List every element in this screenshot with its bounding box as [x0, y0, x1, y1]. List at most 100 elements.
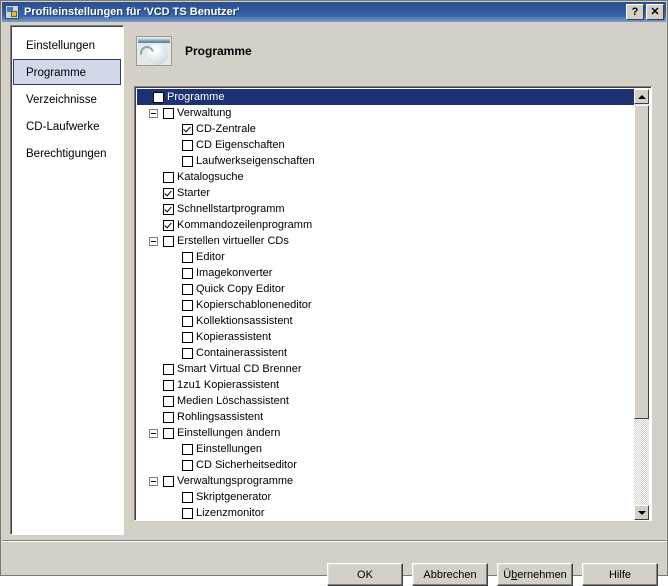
apply-button[interactable]: Übernehmen: [497, 563, 573, 586]
tree-row[interactable]: Verwaltungsprogramme: [137, 473, 634, 489]
tree-row-checkbox[interactable]: [182, 140, 193, 151]
tree-row[interactable]: Laufwerkseigenschaften: [137, 153, 634, 169]
tree-row-checkbox[interactable]: [163, 204, 174, 215]
tree-row-label: Medien Löschassistent: [177, 395, 289, 407]
sidebar-item-programme[interactable]: Programme: [13, 59, 121, 85]
scroll-down-button[interactable]: [634, 505, 649, 520]
tree-row-checkbox[interactable]: [182, 300, 193, 311]
chevron-up-icon: [638, 95, 646, 99]
tree-row[interactable]: Imagekonverter: [137, 265, 634, 281]
tree-row[interactable]: CD Sicherheitseditor: [137, 457, 634, 473]
collapse-toggle-icon[interactable]: [149, 237, 158, 246]
tree-row-checkbox[interactable]: [163, 172, 174, 183]
tree-row-checkbox[interactable]: [182, 124, 193, 135]
virtual-cd-program-icon: [136, 36, 172, 66]
tree-row-checkbox[interactable]: [182, 316, 193, 327]
collapse-toggle-icon[interactable]: [149, 109, 158, 118]
sidebar-item-cd-laufwerke[interactable]: CD-Laufwerke: [13, 113, 121, 139]
tree-row-checkbox[interactable]: [163, 188, 174, 199]
tree-indent-spacer: [168, 125, 177, 134]
tree-row[interactable]: 1zu1 Kopierassistent: [137, 377, 634, 393]
tree-row[interactable]: Verwaltung: [137, 105, 634, 121]
ok-button[interactable]: OK: [327, 563, 403, 586]
collapse-toggle-icon[interactable]: [149, 477, 158, 486]
tree-row[interactable]: Medien Löschassistent: [137, 393, 634, 409]
tree-vertical-scrollbar[interactable]: [634, 89, 649, 520]
tree-indent-spacer: [168, 253, 177, 262]
tree-row-checkbox[interactable]: [163, 236, 174, 247]
tree-row-checkbox[interactable]: [182, 252, 193, 263]
tree-row-label: Smart Virtual CD Brenner: [177, 363, 302, 375]
help-caption-button[interactable]: ?: [626, 4, 644, 20]
tree-row-label: Laufwerkseigenschaften: [196, 155, 315, 167]
tree-row-checkbox[interactable]: [182, 460, 193, 471]
tree-row-checkbox[interactable]: [163, 380, 174, 391]
tree-row[interactable]: Rohlingsassistent: [137, 409, 634, 425]
tree-row-label: Kommandozeilenprogramm: [177, 219, 312, 231]
tree-row[interactable]: Quick Copy Editor: [137, 281, 634, 297]
tree-row[interactable]: Programme: [137, 89, 634, 105]
tree-row[interactable]: Kopierschabloneneditor: [137, 297, 634, 313]
tree-row[interactable]: Starter: [137, 185, 634, 201]
tree-row[interactable]: Kollektionsassistent: [137, 313, 634, 329]
sidebar-item-verzeichnisse[interactable]: Verzeichnisse: [13, 86, 121, 112]
tree-row-label: Lizenzmonitor: [196, 507, 264, 519]
tree-row-checkbox[interactable]: [153, 92, 164, 103]
tree-row[interactable]: Editor: [137, 249, 634, 265]
tree-row-checkbox[interactable]: [182, 508, 193, 519]
tree-row-label: Kopierschabloneneditor: [196, 299, 312, 311]
tree-row[interactable]: Erstellen virtueller CDs: [137, 233, 634, 249]
tree-row-checkbox[interactable]: [182, 492, 193, 503]
tree-row-label: Skriptgenerator: [196, 491, 271, 503]
scrollbar-track[interactable]: [634, 104, 649, 505]
tree-row-checkbox[interactable]: [182, 284, 193, 295]
tree-row[interactable]: Katalogsuche: [137, 169, 634, 185]
tree-row[interactable]: Einstellungen ändern: [137, 425, 634, 441]
tree-row[interactable]: Containerassistent: [137, 345, 634, 361]
tree-row-checkbox[interactable]: [163, 476, 174, 487]
scrollbar-thumb[interactable]: [634, 105, 649, 419]
tree-row-checkbox[interactable]: [182, 156, 193, 167]
tree-row-label: Erstellen virtueller CDs: [177, 235, 289, 247]
tree-row-label: Rohlingsassistent: [177, 411, 263, 423]
close-caption-button[interactable]: ✕: [646, 4, 664, 20]
sidebar-item-berechtigungen[interactable]: Berechtigungen: [13, 140, 121, 166]
tree-row-checkbox[interactable]: [163, 220, 174, 231]
tree-row-checkbox[interactable]: [182, 348, 193, 359]
help-button[interactable]: Hilfe: [582, 563, 658, 586]
tree-row-checkbox[interactable]: [163, 412, 174, 423]
programs-tree-rows: Programme VerwaltungCD-ZentraleCD Eigensc…: [137, 89, 634, 520]
tree-row[interactable]: CD Eigenschaften: [137, 137, 634, 153]
sidebar-item-einstellungen[interactable]: Einstellungen: [13, 32, 121, 58]
tree-row-checkbox[interactable]: [182, 268, 193, 279]
tree-row[interactable]: Kommandozeilenprogramm: [137, 217, 634, 233]
tree-indent-spacer: [168, 157, 177, 166]
tree-row-label: Starter: [177, 187, 210, 199]
tree-row-checkbox[interactable]: [163, 396, 174, 407]
tree-row-checkbox[interactable]: [163, 108, 174, 119]
tree-row-checkbox[interactable]: [163, 428, 174, 439]
tree-row[interactable]: Smart Virtual CD Brenner: [137, 361, 634, 377]
tree-row[interactable]: Einstellungen: [137, 441, 634, 457]
tree-indent-spacer: [168, 301, 177, 310]
tree-row[interactable]: Kopierassistent: [137, 329, 634, 345]
tree-row-checkbox[interactable]: [163, 364, 174, 375]
tree-indent-spacer: [149, 381, 158, 390]
tree-row-label: 1zu1 Kopierassistent: [177, 379, 279, 391]
tree-row-label: Programme: [167, 91, 224, 103]
tree-indent-spacer: [149, 173, 158, 182]
collapse-toggle-icon[interactable]: [149, 429, 158, 438]
tree-row[interactable]: Schnellstartprogramm: [137, 201, 634, 217]
tree-row-label: Containerassistent: [196, 347, 287, 359]
tree-row[interactable]: Skriptgenerator: [137, 489, 634, 505]
cancel-button[interactable]: Abbrechen: [412, 563, 488, 586]
tree-row-checkbox[interactable]: [182, 332, 193, 343]
tree-row-label: Einstellungen: [196, 443, 262, 455]
tree-row-label: Kopierassistent: [196, 331, 271, 343]
tree-row-label: Schnellstartprogramm: [177, 203, 285, 215]
tree-row-checkbox[interactable]: [182, 444, 193, 455]
programs-tree-view[interactable]: Programme VerwaltungCD-ZentraleCD Eigensc…: [134, 86, 652, 521]
scroll-up-button[interactable]: [634, 89, 649, 104]
tree-row[interactable]: Lizenzmonitor: [137, 505, 634, 520]
tree-row[interactable]: CD-Zentrale: [137, 121, 634, 137]
